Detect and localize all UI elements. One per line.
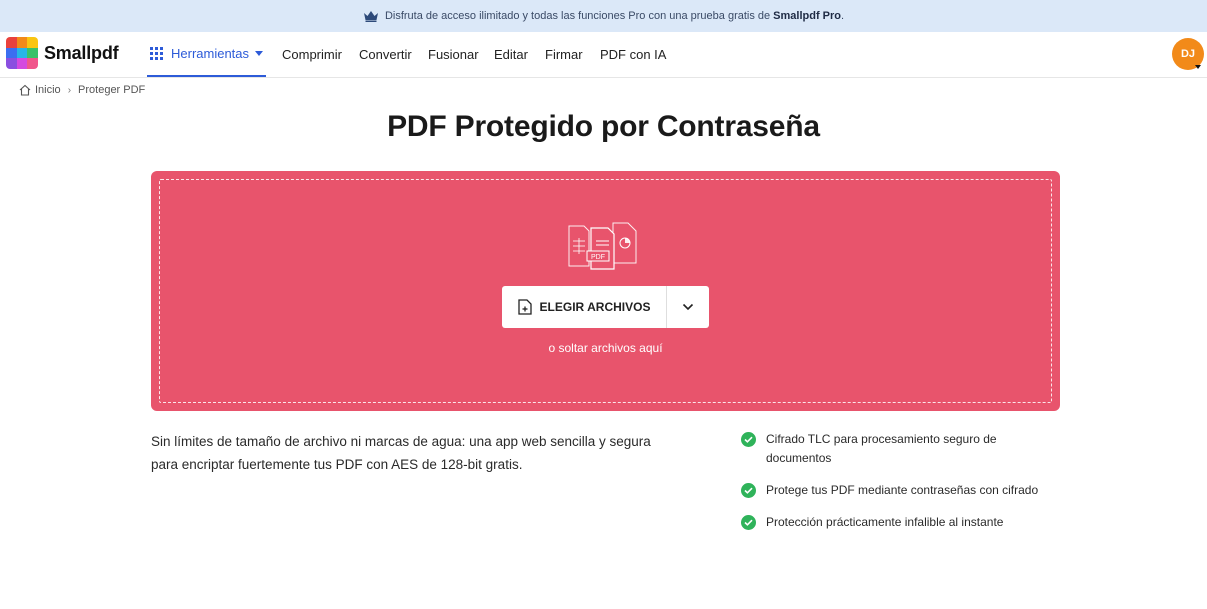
nav-fusionar[interactable]: Fusionar xyxy=(428,32,479,77)
page-title: PDF Protegido por Contraseña xyxy=(387,110,820,143)
promo-brand: Smallpdf Pro xyxy=(773,10,841,22)
tools-menu-button[interactable]: Herramientas xyxy=(147,32,267,77)
chevron-down-icon xyxy=(255,51,264,56)
choose-files-control: ELEGIR ARCHIVOS xyxy=(502,286,709,328)
grid-icon xyxy=(150,47,163,60)
logo-text: Smallpdf xyxy=(44,42,119,63)
choose-files-button[interactable]: ELEGIR ARCHIVOS xyxy=(502,286,667,328)
feature-text: Cifrado TLC para procesamiento seguro de… xyxy=(766,432,997,465)
check-circle-icon xyxy=(741,432,756,447)
breadcrumb: Inicio › Proteger PDF xyxy=(19,84,145,96)
file-add-icon xyxy=(517,299,532,315)
illustration-pdf-label: PDF xyxy=(591,254,605,261)
promo-suffix: . xyxy=(841,10,845,22)
choose-files-label: ELEGIR ARCHIVOS xyxy=(539,300,651,314)
file-dropzone[interactable]: PDF ELEGIR ARCHIVOS o soltar archivos aq… xyxy=(151,171,1060,411)
nav-editar[interactable]: Editar xyxy=(494,32,528,77)
logo[interactable]: Smallpdf xyxy=(6,37,119,69)
nav-comprimir[interactable]: Comprimir xyxy=(282,32,342,77)
nav-firmar[interactable]: Firmar xyxy=(545,32,583,77)
chevron-down-icon xyxy=(682,303,694,311)
check-circle-icon xyxy=(741,515,756,530)
source-dropdown-button[interactable] xyxy=(667,286,709,328)
tools-label: Herramientas xyxy=(171,46,250,61)
tool-description: Sin límites de tamaño de archivo ni marc… xyxy=(151,434,651,472)
feature-text: Protege tus PDF mediante contraseñas con… xyxy=(766,483,1039,497)
caret-down-icon xyxy=(1195,65,1201,69)
breadcrumb-current: Proteger PDF xyxy=(78,84,146,96)
feature-item: Protege tus PDF mediante contraseñas con… xyxy=(741,481,1061,500)
user-avatar[interactable]: DJ xyxy=(1172,38,1204,70)
feature-text: Protección prácticamente infalible al in… xyxy=(766,515,1004,529)
top-header: Smallpdf Herramientas Comprimir Converti… xyxy=(0,32,1207,78)
promo-banner[interactable]: Disfruta de acceso ilimitado y todas las… xyxy=(0,0,1207,32)
breadcrumb-home[interactable]: Inicio xyxy=(35,84,61,96)
check-circle-icon xyxy=(741,483,756,498)
feature-item: Protección prácticamente infalible al in… xyxy=(741,513,1061,532)
nav-convertir[interactable]: Convertir xyxy=(359,32,412,77)
nav-pdf-con-ia[interactable]: PDF con IA xyxy=(600,32,666,77)
drop-hint: o soltar archivos aquí xyxy=(548,341,663,355)
home-icon xyxy=(19,84,31,96)
promo-text: Disfruta de acceso ilimitado y todas las… xyxy=(384,10,771,22)
feature-item: Cifrado TLC para procesamiento seguro de… xyxy=(741,430,1021,468)
breadcrumb-separator-icon: › xyxy=(67,84,72,96)
crown-icon xyxy=(363,11,378,22)
files-illustration-icon: PDF xyxy=(568,222,637,270)
avatar-initials: DJ xyxy=(1180,48,1196,60)
smallpdf-logo-icon xyxy=(6,37,38,69)
